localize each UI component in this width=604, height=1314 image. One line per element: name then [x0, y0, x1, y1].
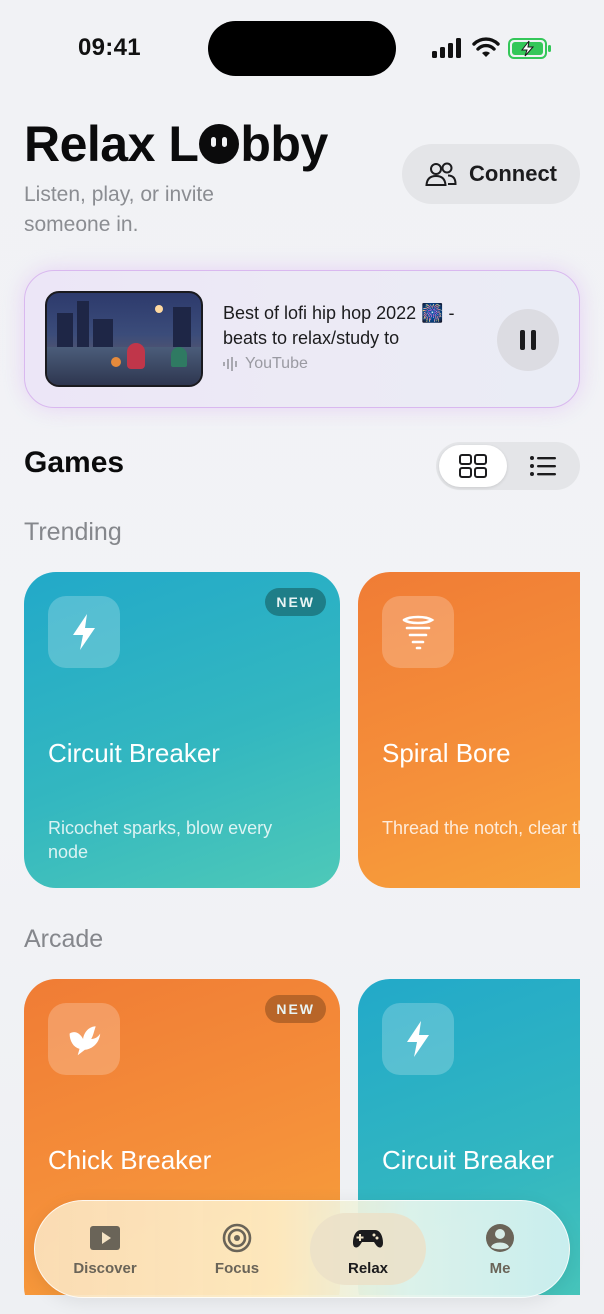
cellular-signal-icon [432, 38, 461, 58]
grid-view-button[interactable] [439, 445, 507, 487]
target-icon [222, 1223, 252, 1252]
tab-label: Me [489, 1259, 511, 1277]
game-description: Ricochet sparks, blow every node [48, 818, 273, 862]
tab-label: Relax [347, 1259, 389, 1277]
pause-button[interactable] [497, 309, 559, 371]
lightning-bolt-icon [73, 614, 95, 650]
game-name: Chick Breaker [48, 1145, 212, 1175]
new-badge: NEW [265, 995, 326, 1023]
person-circle-icon [486, 1223, 514, 1252]
game-card-circuit-breaker[interactable]: NEW Circuit Breaker Ricochet sparks, blo… [24, 572, 340, 888]
grid-icon [459, 454, 487, 478]
video-thumbnail[interactable] [45, 291, 203, 387]
mascot-face-icon [199, 124, 240, 164]
audio-wave-icon [223, 357, 237, 371]
tab-focus[interactable]: Focus [177, 1201, 297, 1297]
play-square-icon [90, 1225, 120, 1250]
status-bar: 09:41 [0, 0, 604, 100]
trending-carousel[interactable]: NEW Circuit Breaker Ricochet sparks, blo… [24, 572, 580, 888]
title-text-start: Relax L [24, 116, 199, 172]
page-title: Relax L bby [24, 114, 328, 174]
list-icon [530, 456, 556, 476]
status-time: 09:41 [78, 34, 141, 61]
tab-relax[interactable]: Relax [308, 1201, 428, 1297]
bird-icon [69, 1026, 101, 1056]
game-card-spiral-bore[interactable]: Spiral Bore Thread the notch, clear the … [358, 572, 580, 888]
new-badge: NEW [265, 588, 326, 616]
game-description: Thread the notch, clear the field [382, 818, 580, 838]
game-name: Circuit Breaker [382, 1145, 554, 1175]
tab-discover[interactable]: Discover [45, 1201, 165, 1297]
track-source-label: YouTube [245, 355, 308, 372]
tab-label: Focus [214, 1259, 260, 1277]
track-title: Best of lofi hip hop 2022 🎆 - beats to r… [223, 303, 455, 348]
wifi-icon [472, 37, 500, 57]
game-name: Spiral Bore [382, 738, 511, 768]
games-section-title: Games [24, 446, 125, 479]
lightning-bolt-icon [407, 1021, 429, 1057]
connect-button[interactable]: Connect [402, 144, 580, 204]
people-icon [425, 162, 457, 186]
tab-bar: Discover Focus Relax Me [34, 1200, 570, 1298]
tornado-icon [402, 615, 435, 650]
connect-label: Connect [469, 161, 557, 186]
now-playing-card[interactable]: Best of lofi hip hop 2022 🎆 - beats to r… [24, 270, 580, 408]
category-label-trending: Trending [24, 518, 122, 546]
title-text-end: bby [240, 116, 328, 172]
view-mode-toggle [436, 442, 580, 490]
track-source: YouTube [223, 355, 308, 373]
tab-label: Discover [73, 1259, 137, 1277]
pause-icon [520, 330, 525, 350]
gamepad-icon [353, 1229, 383, 1247]
page-subtitle: Listen, play, or invite someone in. [24, 183, 214, 236]
dynamic-island [208, 21, 396, 76]
game-name: Circuit Breaker [48, 738, 220, 768]
battery-charging-icon [508, 38, 551, 59]
tab-me[interactable]: Me [440, 1201, 560, 1297]
category-label-arcade: Arcade [24, 925, 104, 953]
list-view-button[interactable] [509, 445, 577, 487]
